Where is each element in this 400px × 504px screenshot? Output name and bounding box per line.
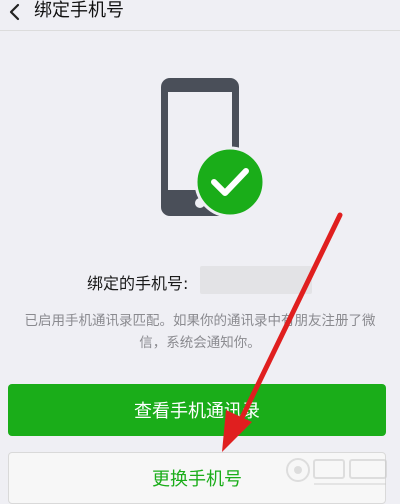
page-title: 绑定手机号 (34, 0, 124, 21)
contacts-matching-description: 已启用手机通讯录匹配。如果你的通讯录中有朋友注册了微 信，系统会通知你。 (0, 310, 400, 354)
bound-phone-label: 绑定的手机号: (87, 274, 189, 293)
description-line-1: 已启用手机通讯录匹配。如果你的通讯录中有朋友注册了微 (24, 313, 376, 329)
back-button[interactable] (2, 0, 28, 24)
header-bar: 绑定手机号 (0, 0, 400, 31)
masked-phone-number (200, 266, 312, 294)
chevron-left-icon (9, 3, 20, 21)
description-line-2: 信，系统会通知你。 (139, 335, 261, 351)
check-icon (194, 146, 266, 218)
view-contacts-button[interactable]: 查看手机通讯录 (8, 384, 386, 436)
phone-icon (161, 78, 266, 218)
bound-phone-row: 绑定的手机号: (0, 266, 400, 296)
change-phone-button[interactable]: 更换手机号 (8, 452, 386, 504)
